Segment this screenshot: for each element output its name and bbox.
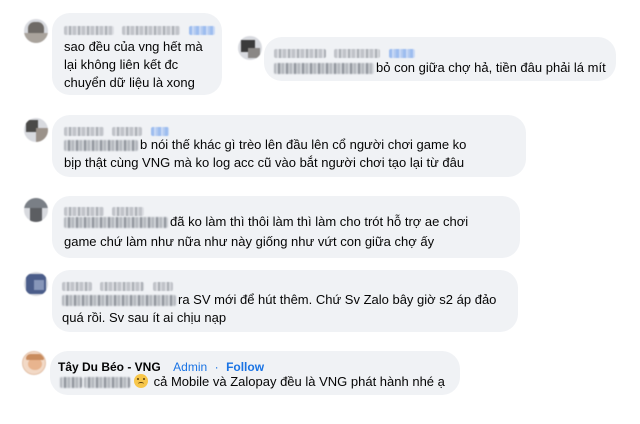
comment-text-visible: cả Mobile và Zalopay đều là VNG phát hàn… xyxy=(153,374,445,389)
comment-bubble: ra SV mới để hút thêm. Chứ Sv Zalo bây g… xyxy=(52,270,518,332)
author-name[interactable]: Tây Du Béo - VNG xyxy=(58,360,161,374)
frowning-face-icon xyxy=(134,374,148,388)
comment-text: sao đều của vng hết mà xyxy=(64,39,203,54)
blurred-author-name[interactable] xyxy=(64,22,215,36)
admin-badge: Admin xyxy=(173,360,208,374)
comment-text: quá rồi. Sv sau ít ai chịu nạp xyxy=(62,310,227,325)
comment-bubble: bỏ con giữa chợ hả, tiền đâu phải lá mít xyxy=(264,37,616,81)
comment-text: game chứ làm như nữa như này giống như v… xyxy=(64,234,435,249)
comment-text: cả Mobile và Zalopay đều là VNG phát hàn… xyxy=(60,373,445,391)
comment-text-visible: đã ko làm thì thôi làm thì làm cho trót … xyxy=(170,214,469,229)
comment-text-visible: b nói thế khác gì trèo lên đầu lên cổ ng… xyxy=(140,137,467,152)
blurred-author-name[interactable] xyxy=(64,123,169,137)
comment-text-visible: bỏ con giữa chợ hả, tiền đâu phải lá mít xyxy=(376,60,606,75)
comment-text: bịp thật cùng VNG mà ko log acc cũ vào b… xyxy=(64,155,465,170)
avatar[interactable] xyxy=(24,19,48,43)
follow-button[interactable]: Follow xyxy=(226,360,264,374)
comment-text: b nói thế khác gì trèo lên đầu lên cổ ng… xyxy=(64,136,466,154)
blurred-author-name[interactable] xyxy=(274,45,415,59)
avatar[interactable] xyxy=(24,272,48,296)
comment-bubble: đã ko làm thì thôi làm thì làm cho trót … xyxy=(52,196,520,258)
avatar[interactable] xyxy=(238,36,262,60)
separator-dot: · xyxy=(214,360,219,374)
comment-text: ra SV mới để hút thêm. Chứ Sv Zalo bây g… xyxy=(62,291,496,309)
comment-text-visible: ra SV mới để hút thêm. Chứ Sv Zalo bây g… xyxy=(178,292,497,307)
comment-bubble: Tây Du Béo - VNG Admin · Follow cả Mobil… xyxy=(50,351,460,395)
avatar[interactable] xyxy=(22,351,46,375)
comment-bubble: b nói thế khác gì trèo lên đầu lên cổ ng… xyxy=(52,115,526,177)
comment-text: đã ko làm thì thôi làm thì làm cho trót … xyxy=(64,213,468,231)
comment-bubble: sao đều của vng hết mà lại không liên kế… xyxy=(52,13,222,95)
comment-text: bỏ con giữa chợ hả, tiền đâu phải lá mít xyxy=(274,59,606,77)
blurred-author-name[interactable] xyxy=(62,278,173,292)
avatar[interactable] xyxy=(24,118,48,142)
author-row: Tây Du Béo - VNG Admin · Follow xyxy=(58,358,264,374)
avatar[interactable] xyxy=(24,198,48,222)
comment-text: chuyển dữ liệu là xong xyxy=(64,75,195,90)
comment-text: lại không liên kết đc xyxy=(64,57,179,72)
